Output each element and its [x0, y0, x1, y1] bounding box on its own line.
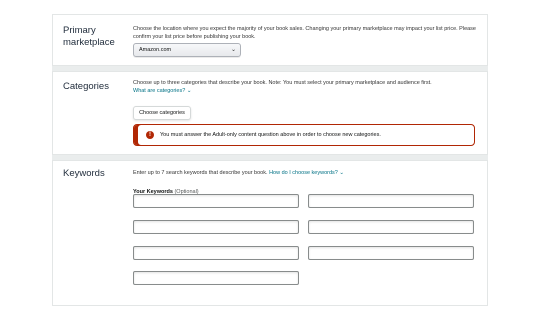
chevron-down-icon: ⌄	[230, 47, 236, 53]
keywords-help-link[interactable]: How do I choose keywords? ⌄	[269, 170, 344, 176]
categories-help-link[interactable]: What are categories? ⌄	[133, 88, 191, 94]
keyword-input-2[interactable]	[308, 194, 474, 208]
categories-title: Categories	[63, 81, 109, 92]
keyword-input-7[interactable]	[133, 271, 299, 285]
marketplace-select[interactable]: Amazon.com ⌄	[133, 43, 241, 57]
categories-help-link-text: What are categories?	[133, 87, 186, 94]
categories-section: Categories Choose up to three categories…	[52, 71, 488, 155]
keywords-title: Keywords	[63, 168, 105, 179]
keyword-input-1[interactable]	[133, 194, 299, 208]
categories-description-text: Choose up to three categories that descr…	[133, 80, 432, 86]
marketplace-select-value: Amazon.com	[139, 47, 172, 53]
keywords-description: Enter up to 7 search keywords that descr…	[133, 170, 479, 178]
marketplace-title: Primary marketplace	[63, 25, 115, 48]
marketplace-description: Choose the location where you expect the…	[133, 26, 476, 40]
choose-categories-button[interactable]: Choose categories	[133, 106, 191, 120]
chevron-down-icon: ⌄	[186, 87, 192, 94]
categories-description: Choose up to three categories that descr…	[133, 80, 479, 95]
keywords-section: Keywords Enter up to 7 search keywords t…	[52, 160, 488, 306]
chevron-down-icon: ⌄	[339, 170, 344, 176]
keyword-input-6[interactable]	[308, 246, 474, 260]
keywords-help-link-text: How do I choose keywords?	[269, 170, 338, 176]
marketplace-section: Primary marketplace Choose the location …	[52, 14, 488, 66]
categories-error-alert: ! You must answer the Adult-only content…	[133, 124, 475, 146]
keyword-input-3[interactable]	[133, 220, 299, 234]
keyword-input-4[interactable]	[308, 220, 474, 234]
alert-circle-icon: !	[146, 131, 154, 139]
keywords-description-text: Enter up to 7 search keywords that descr…	[133, 170, 268, 176]
book-details-page: Primary marketplace Choose the location …	[0, 0, 540, 324]
categories-error-message: You must answer the Adult-only content q…	[160, 132, 381, 138]
keyword-input-5[interactable]	[133, 246, 299, 260]
